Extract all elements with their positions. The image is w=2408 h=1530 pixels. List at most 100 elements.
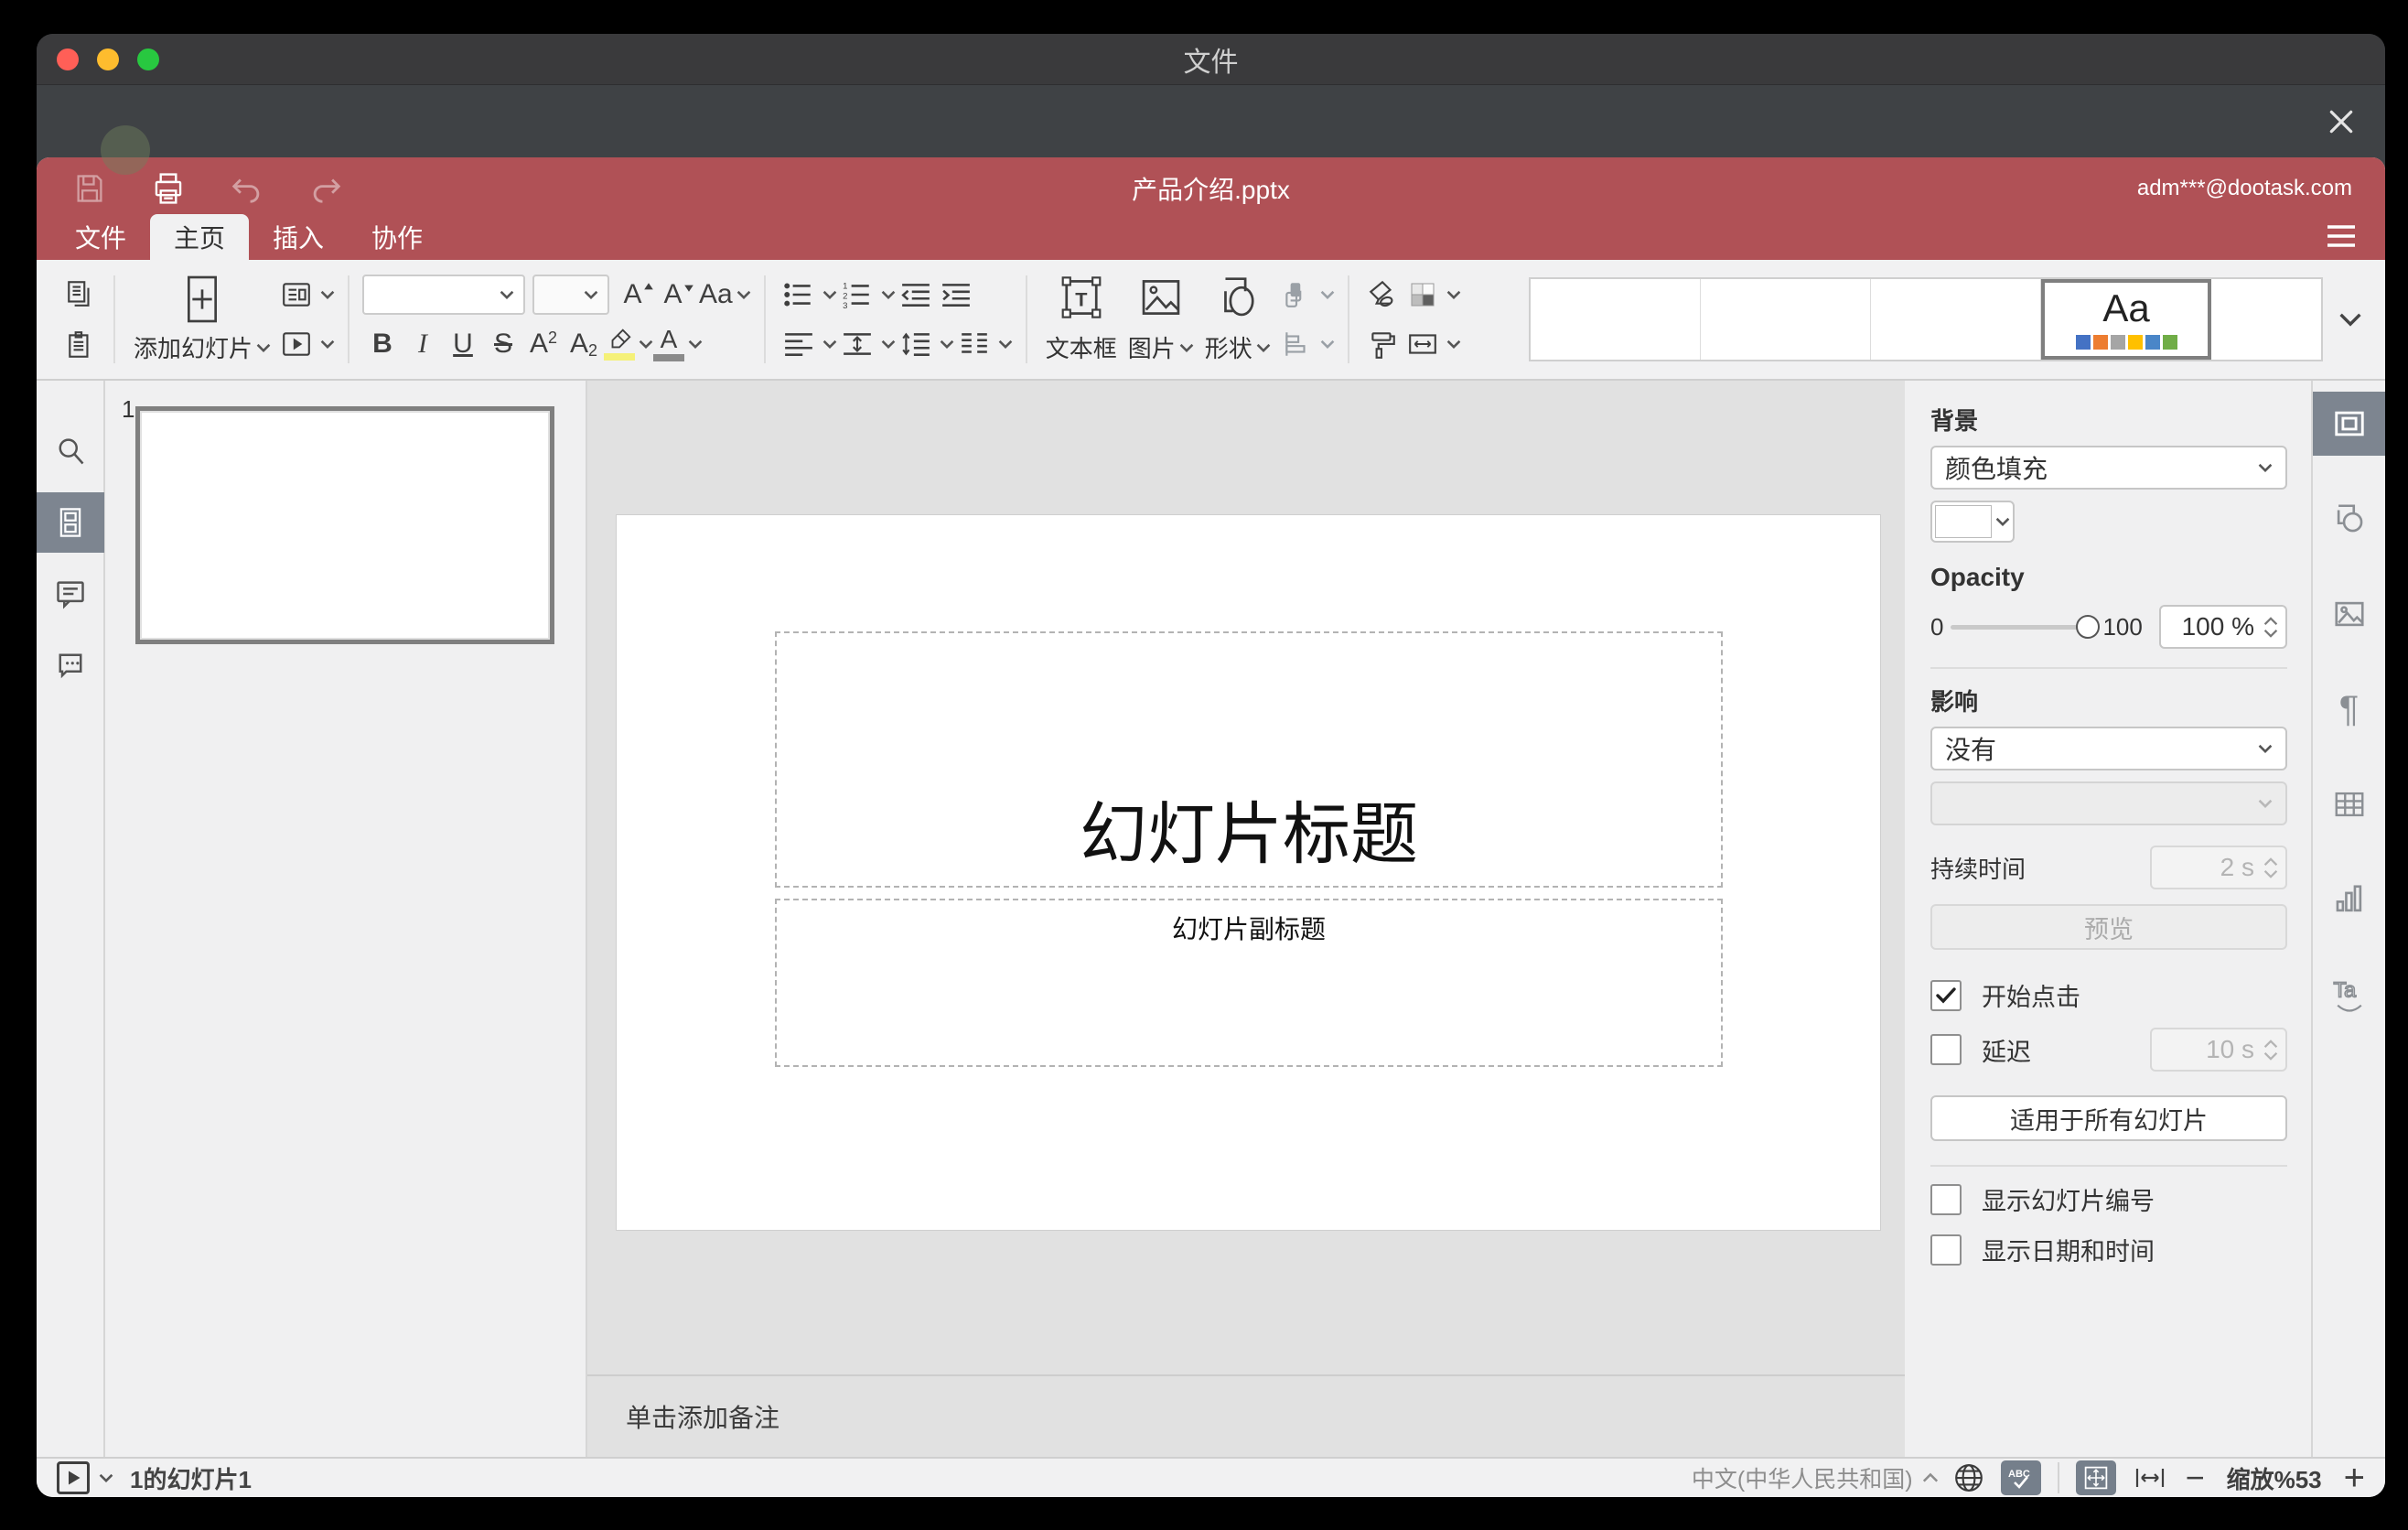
comments-icon[interactable] [37,564,104,624]
change-case-icon[interactable]: Aa [699,275,751,315]
traffic-minimize-button[interactable] [97,48,119,70]
shape-settings-icon[interactable] [2313,487,2385,551]
theme-tile[interactable] [1871,279,2041,360]
start-slideshow-icon[interactable] [276,324,317,364]
columns-icon[interactable] [954,324,994,364]
traffic-close-button[interactable] [57,48,79,70]
zoom-in-icon[interactable]: + [2344,1458,2365,1498]
color-scheme-icon[interactable] [1403,275,1443,315]
language-selector[interactable]: 中文(中华人民共和国) [1692,1461,1913,1494]
font-size-combo[interactable] [532,275,610,315]
slide-layout-icon[interactable] [276,275,317,315]
chat-icon[interactable] [37,635,104,695]
theme-tile[interactable] [1531,279,1701,360]
align-objects-icon[interactable] [1276,324,1317,364]
opacity-stepper[interactable] [2263,616,2278,638]
slide-size-icon[interactable] [1403,324,1443,364]
color-swatch [1935,505,1992,538]
zoom-out-icon[interactable]: − [2186,1459,2205,1497]
image-settings-icon[interactable] [2313,582,2385,646]
undo-icon[interactable] [227,168,267,209]
decrease-indent-icon[interactable] [896,275,936,315]
opacity-slider[interactable] [1951,614,2101,639]
save-icon[interactable] [70,168,110,209]
slides-panel-icon[interactable] [37,492,104,553]
subtitle-placeholder[interactable]: 幻灯片副标题 [775,899,1723,1067]
theme-tile[interactable] [1701,279,1871,360]
textart-settings-icon[interactable]: Ta [2313,963,2385,1027]
increase-indent-icon[interactable] [936,275,976,315]
traffic-maximize-button[interactable] [137,48,159,70]
globe-icon[interactable] [1953,1462,1984,1493]
apply-to-all-button[interactable]: 适用于所有幻灯片 [1930,1095,2287,1141]
title-placeholder[interactable]: 幻灯片标题 [775,631,1723,888]
show-date-time-checkbox[interactable] [1930,1234,1962,1266]
add-slide-button[interactable]: 添加幻灯片 [128,273,276,366]
background-color-swatch[interactable] [1930,501,2015,543]
copy-style-icon[interactable] [1362,325,1403,365]
bullet-list-icon[interactable] [779,275,819,315]
text-box-button[interactable]: T 文本框 [1040,273,1123,366]
shape-button[interactable]: 形状 [1199,273,1276,366]
slide[interactable]: 幻灯片标题 幻灯片副标题 [616,514,1881,1231]
preview-button[interactable]: 预览 [1930,904,2287,950]
font-color-icon[interactable]: A [653,324,703,364]
print-icon[interactable] [148,168,188,209]
italic-icon[interactable]: I [403,324,443,364]
clear-style-icon[interactable] [1362,274,1403,314]
slide-settings-icon[interactable] [2313,392,2385,456]
delay-stepper[interactable] [2263,1039,2278,1061]
bold-icon[interactable]: B [362,324,403,364]
theme-tile[interactable] [2211,279,2321,360]
start-on-click-checkbox[interactable] [1930,979,1962,1011]
line-spacing-icon[interactable] [896,324,936,364]
hamburger-menu-icon[interactable] [2321,218,2361,254]
fit-slide-icon[interactable] [2075,1460,2116,1495]
slide-thumbnail[interactable] [135,406,554,644]
decrease-font-icon[interactable]: A [659,275,699,315]
start-slideshow-status-icon[interactable] [57,1461,90,1494]
tab-insert[interactable]: 插入 [249,214,348,260]
duration-stepper[interactable] [2263,857,2278,878]
font-name-combo[interactable] [362,275,526,315]
highlight-color-icon[interactable] [604,324,653,364]
fit-width-icon[interactable] [2134,1464,2166,1492]
copy-icon[interactable] [60,274,101,314]
spellcheck-icon[interactable]: ABC [2000,1460,2041,1495]
arrange-icon[interactable] [1276,275,1317,315]
increase-font-icon[interactable]: A [618,275,659,315]
notes-area[interactable]: 单击添加备注 [587,1374,1905,1457]
strikeout-icon[interactable]: S [483,324,523,364]
show-slide-number-checkbox[interactable] [1930,1183,1962,1215]
slide-settings-panel: 背景 颜色填充 Opacity 0 100 100 % 影响 没有 持续时间 2… [1905,381,2313,1457]
redo-icon[interactable] [306,168,346,209]
opacity-spinbox[interactable]: 100 % [2159,605,2287,649]
close-icon[interactable] [2321,102,2361,142]
numbered-list-icon[interactable]: 123 [837,275,877,315]
theme-tile-selected[interactable]: Aa [2041,279,2211,360]
vertical-align-icon[interactable] [837,324,877,364]
background-fill-dropdown[interactable]: 颜色填充 [1930,446,2287,490]
toolbar-divider [113,275,115,363]
paragraph-settings-icon[interactable]: ¶ [2313,677,2385,741]
home-toolbar: 添加幻灯片 A A Aa B I U S A 2 A 2 A 1 2 3 T 文… [37,260,2385,381]
tab-collaboration[interactable]: 协作 [348,214,446,260]
tab-home[interactable]: 主页 [150,214,250,260]
subscript-icon[interactable]: A 2 [564,324,604,364]
duration-spinbox[interactable]: 2 s [2150,846,2287,889]
delay-spinbox[interactable]: 10 s [2150,1028,2287,1072]
delay-checkbox[interactable] [1930,1034,1962,1065]
search-icon[interactable] [37,421,104,481]
horizontal-align-icon[interactable] [779,324,819,364]
paste-icon[interactable] [60,325,101,365]
image-button[interactable]: 图片 [1123,273,1199,366]
superscript-icon[interactable]: A 2 [523,324,564,364]
chart-settings-icon[interactable] [2313,867,2385,932]
table-settings-icon[interactable] [2313,772,2385,836]
tab-file[interactable]: 文件 [51,214,150,260]
underline-icon[interactable]: U [443,324,483,364]
theme-gallery-expand-icon[interactable] [2323,277,2378,361]
effect-dropdown[interactable]: 没有 [1930,727,2287,770]
effect-variant-dropdown[interactable] [1930,781,2287,825]
opacity-slider-thumb[interactable] [2076,614,2101,639]
